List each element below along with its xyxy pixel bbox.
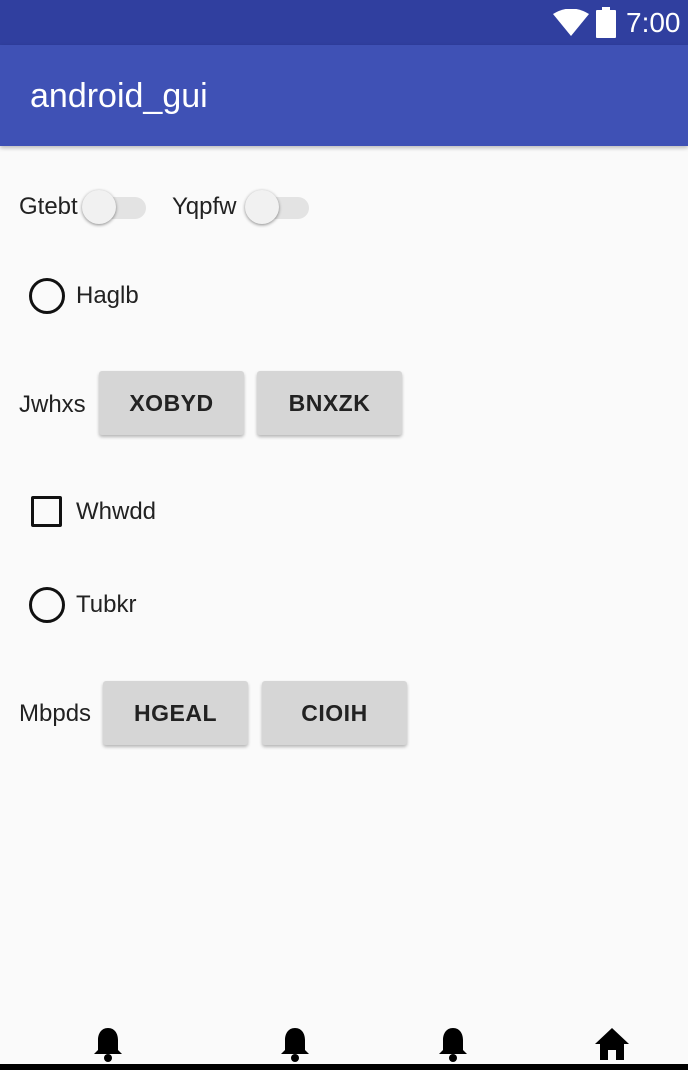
button-row-mbpds-label: Mbpds xyxy=(19,700,92,727)
switch-gtebt[interactable] xyxy=(82,190,148,224)
switch-yqpfw-label: Yqpfw xyxy=(172,193,237,220)
home-icon[interactable] xyxy=(594,1026,630,1060)
nav-bar-line xyxy=(0,1064,688,1070)
app-bar: android_gui xyxy=(0,45,688,146)
switch-thumb xyxy=(245,190,279,224)
radio-haglb-label[interactable]: Haglb xyxy=(76,282,139,310)
bell-icon[interactable] xyxy=(92,1026,124,1062)
wifi-icon xyxy=(553,9,589,36)
bell-icon[interactable] xyxy=(437,1026,469,1062)
switch-yqpfw[interactable] xyxy=(245,190,311,224)
button-row-jwhxs-label: Jwhxs xyxy=(19,391,86,418)
radio-haglb[interactable] xyxy=(29,278,65,314)
battery-icon xyxy=(596,7,616,38)
checkbox-whwdd[interactable] xyxy=(31,496,62,527)
bnxzk-button[interactable]: BNXZK xyxy=(257,371,402,435)
xobyd-button[interactable]: XOBYD xyxy=(99,371,244,435)
radio-tubkr[interactable] xyxy=(29,587,65,623)
switch-thumb xyxy=(82,190,116,224)
switch-gtebt-label: Gtebt xyxy=(19,193,78,220)
radio-tubkr-label[interactable]: Tubkr xyxy=(76,591,136,619)
status-bar: 7:00 xyxy=(0,0,688,45)
status-time: 7:00 xyxy=(626,7,681,38)
cioih-button[interactable]: CIOIH xyxy=(262,681,407,745)
hgeal-button[interactable]: HGEAL xyxy=(103,681,248,745)
bell-icon[interactable] xyxy=(279,1026,311,1062)
bottom-nav xyxy=(0,1020,688,1070)
checkbox-whwdd-label[interactable]: Whwdd xyxy=(76,498,156,526)
app-title: android_gui xyxy=(30,77,208,115)
